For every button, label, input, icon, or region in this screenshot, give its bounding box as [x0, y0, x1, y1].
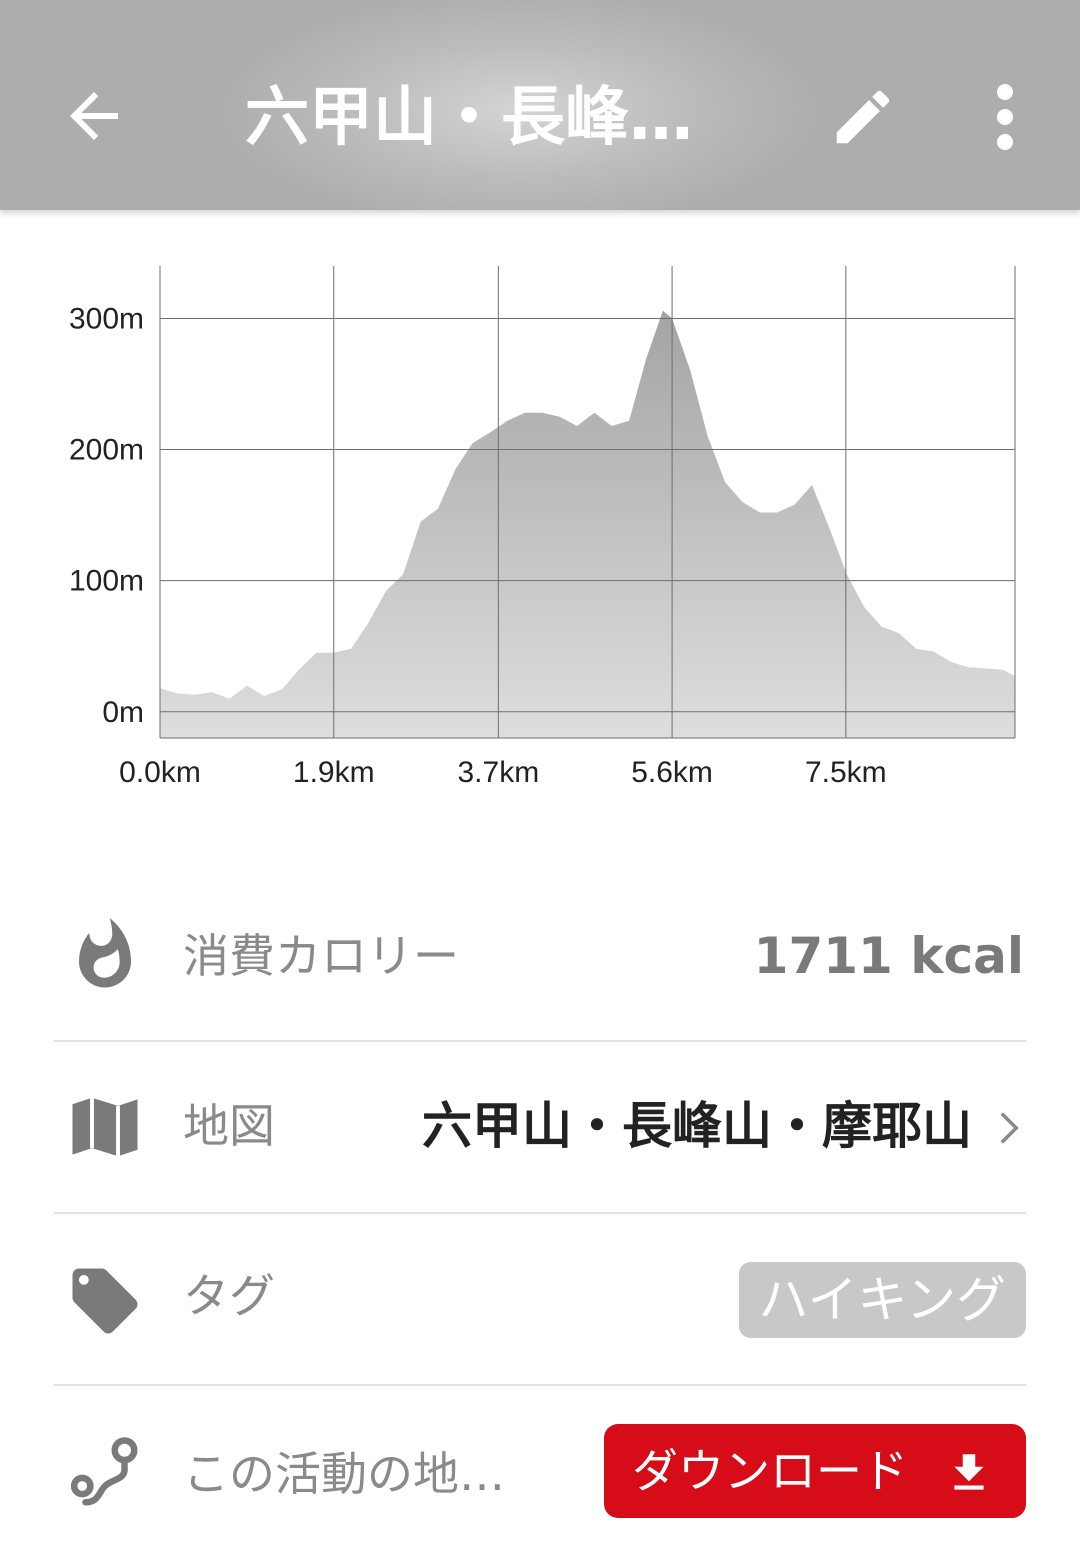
app-bar: 六甲山・長峰… [0, 0, 1080, 210]
tag-row: タグ ハイキング [0, 1262, 1080, 1342]
x-tick-label: 3.7km [457, 756, 539, 789]
edit-pencil-icon[interactable] [828, 82, 898, 152]
route-label: この活動の地… [183, 1447, 505, 1501]
route-icon [70, 1437, 138, 1506]
route-download-row: この活動の地… ダウンロード [0, 1424, 1080, 1524]
tag-icon [72, 1268, 138, 1334]
divider [54, 1384, 1026, 1386]
download-icon [954, 1454, 984, 1490]
back-arrow-icon[interactable] [58, 80, 130, 152]
map-icon [72, 1097, 138, 1157]
map-label: 地図 [183, 1099, 275, 1153]
elevation-area [160, 310, 1015, 738]
calories-label: 消費カロリー [183, 929, 459, 983]
map-name-link[interactable]: 六甲山・長峰山・摩耶山 [422, 1096, 972, 1156]
x-tick-label: 0.0km [119, 756, 201, 789]
y-tick-label: 200m [69, 434, 144, 467]
x-tick-label: 1.9km [293, 756, 375, 789]
calories-row: 消費カロリー 1711 kcal [0, 918, 1080, 1000]
page-title: 六甲山・長峰… [245, 81, 693, 155]
elevation-chart: 0m 100m 200m 300m 0.0km 1.9km 3.7km 5.6km 7.5km [69, 266, 1016, 789]
tag-chip-hiking[interactable]: ハイキング [738, 1262, 1026, 1338]
divider [54, 1212, 1026, 1214]
download-button-label: ダウンロード [632, 1444, 908, 1498]
divider [54, 1040, 1026, 1042]
y-tick-label: 0m [102, 696, 144, 729]
calories-value: 1711 kcal [753, 927, 1024, 985]
map-row[interactable]: 地図 六甲山・長峰山・摩耶山 [0, 1094, 1080, 1174]
x-tick-label: 5.6km [631, 756, 713, 789]
download-button[interactable]: ダウンロード [604, 1424, 1026, 1518]
y-tick-label: 100m [69, 565, 144, 598]
chevron-right-icon[interactable] [994, 1110, 1024, 1146]
x-tick-label: 7.5km [805, 756, 887, 789]
flame-icon [79, 918, 131, 988]
y-tick-label: 300m [69, 302, 144, 335]
more-vertical-icon[interactable] [985, 82, 1025, 152]
tag-label: タグ [183, 1269, 275, 1323]
